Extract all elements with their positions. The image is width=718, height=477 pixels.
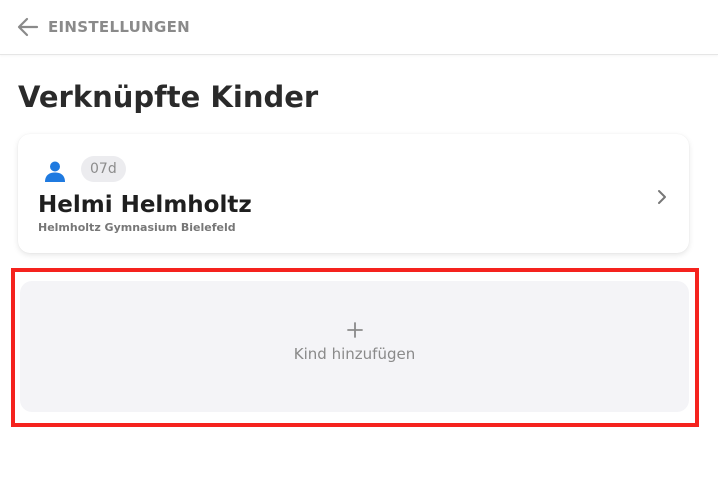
class-badge: 07d: [81, 156, 126, 182]
add-child-label: Kind hinzufügen: [293, 345, 416, 363]
child-name: Helmi Helmholtz: [38, 192, 252, 218]
chevron-right-icon: [658, 190, 666, 204]
school-name: Helmholtz Gymnasium Bielefeld: [38, 221, 236, 234]
person-icon: [45, 161, 65, 182]
arrow-left-icon: [17, 17, 39, 37]
add-child-button[interactable]: Kind hinzufügen: [20, 281, 689, 412]
back-button[interactable]: EINSTELLUNGEN: [16, 15, 190, 39]
top-bar: EINSTELLUNGEN: [0, 0, 718, 55]
page-title: Verknüpfte Kinder: [18, 80, 319, 114]
child-card[interactable]: 07d Helmi Helmholtz Helmholtz Gymnasium …: [18, 134, 689, 253]
plus-icon: [347, 322, 363, 338]
back-label: EINSTELLUNGEN: [48, 18, 190, 36]
